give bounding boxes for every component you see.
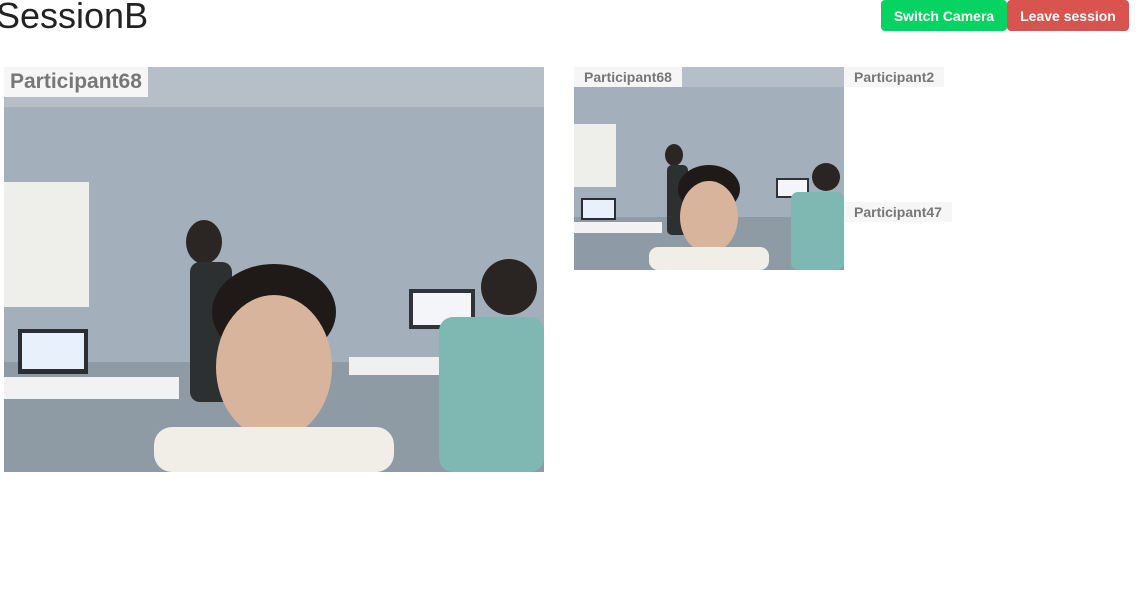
stream-label-participant68: Participant68 [574, 67, 682, 87]
main-video-frame [4, 67, 544, 472]
main-video[interactable] [4, 67, 544, 472]
stream-label-participant2: Participant2 [844, 67, 945, 87]
stream-label-participant47: Participant47 [844, 202, 952, 222]
thumbnail-video-frame [574, 67, 844, 270]
switch-camera-button[interactable]: Switch Camera [881, 0, 1007, 31]
main-video-participant-label: Participant68 [4, 67, 148, 97]
participant-video-thumbnail[interactable] [574, 67, 844, 270]
session-title: SessionB [0, 0, 149, 36]
leave-session-button[interactable]: Leave session [1007, 0, 1129, 31]
